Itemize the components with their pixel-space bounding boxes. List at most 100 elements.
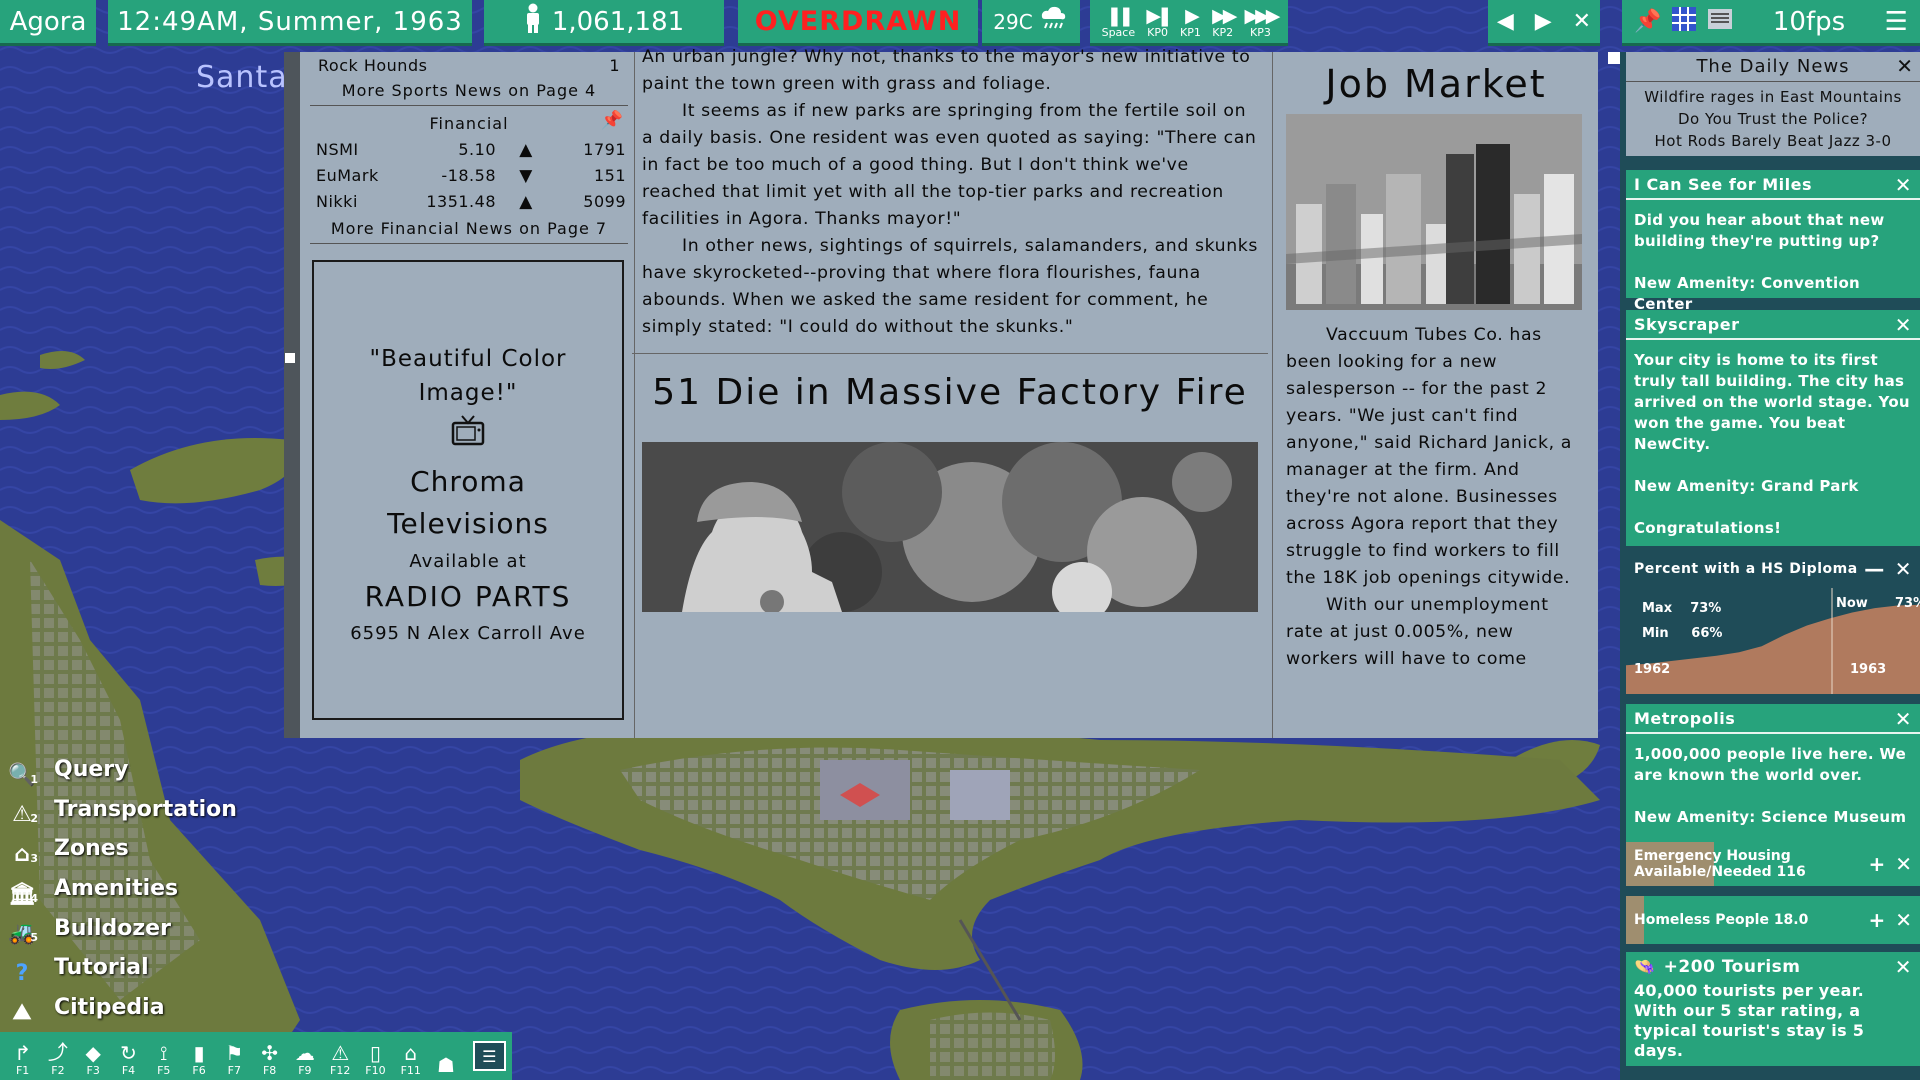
menu-citipedia[interactable]: ⛰ Citipedia bbox=[0, 988, 240, 1028]
tourism-card[interactable]: 👒 +200 Tourism ✕ 40,000 tourists per yea… bbox=[1626, 952, 1920, 1066]
interchange-icon: ↻ bbox=[120, 1041, 137, 1065]
speed-2-button[interactable]: ▶▶ KP2 bbox=[1212, 5, 1237, 38]
power-icon: ⟟ bbox=[160, 1041, 168, 1065]
minimize-icon[interactable]: — bbox=[1864, 559, 1885, 579]
data-view-icon[interactable] bbox=[1707, 6, 1733, 38]
congrats-text: Congratulations! bbox=[1634, 519, 1782, 537]
speed-0-key-hint: KP0 bbox=[1147, 26, 1169, 39]
daily-news-card[interactable]: The Daily News ✕ Wildfire rages in East … bbox=[1626, 52, 1920, 156]
close-icon[interactable]: ✕ bbox=[1895, 852, 1912, 876]
speed-1-button[interactable]: ▶ KP1 bbox=[1180, 5, 1201, 38]
next-page-icon[interactable]: ▶ bbox=[1535, 9, 1552, 34]
close-icon[interactable]: ✕ bbox=[1895, 709, 1912, 729]
metropolis-card[interactable]: Metropolis ✕ 1,000,000 people live here.… bbox=[1626, 704, 1920, 842]
menu-label: Bulldozer bbox=[54, 915, 171, 941]
menu-query[interactable]: 🔍 1 Query bbox=[0, 750, 240, 790]
story-paragraph: In other news, sightings of squirrels, s… bbox=[642, 236, 1258, 337]
close-icon[interactable]: ✕ bbox=[1895, 957, 1912, 977]
paper-scroll-handle[interactable] bbox=[1608, 52, 1620, 64]
hotkey-hint: F6 bbox=[192, 1064, 206, 1077]
traffic-tool-button[interactable]: ⚠ F12 bbox=[324, 1037, 357, 1077]
emergency-housing-card[interactable]: Emergency Housing Available/Needed 116 +… bbox=[1626, 842, 1920, 886]
interchange-tool-button[interactable]: ↻ F4 bbox=[112, 1037, 145, 1077]
menu-amenities[interactable]: 🏛 4 Amenities bbox=[0, 869, 240, 909]
speed-0-button[interactable]: ▶❚ KP0 bbox=[1146, 5, 1172, 39]
expressway-tool-button[interactable]: ⤴ F2 bbox=[41, 1037, 74, 1077]
card-title: I Can See for Miles ✕ bbox=[1626, 170, 1920, 200]
hotkey-hint: F2 bbox=[51, 1064, 65, 1077]
weather-display[interactable]: 29C bbox=[982, 0, 1080, 46]
road-tool-button[interactable]: ↱ F1 bbox=[6, 1037, 39, 1077]
stock-row: EuMark -18.58 ▼ 151 bbox=[310, 163, 628, 189]
menu-zones[interactable]: ⌂ 3 Zones bbox=[0, 829, 240, 869]
top-bar: Agora 12:49AM, Summer, 1963 1,061,181 OV… bbox=[0, 0, 1920, 46]
transit-tool-button[interactable]: ◆ F3 bbox=[77, 1037, 110, 1077]
hotkey-hint: F11 bbox=[400, 1064, 421, 1077]
more-financial-link[interactable]: More Financial News on Page 7 bbox=[310, 215, 628, 244]
daily-news-title-text: The Daily News bbox=[1696, 56, 1850, 77]
close-paper-icon[interactable]: ✕ bbox=[1573, 9, 1591, 34]
more-sports-link[interactable]: More Sports News on Page 4 bbox=[310, 77, 628, 106]
homeless-card[interactable]: Homeless People 18.0 + ✕ bbox=[1626, 896, 1920, 944]
pollution-tool-button[interactable]: ☁ F9 bbox=[288, 1037, 321, 1077]
trees-tool-button[interactable]: ✣ F8 bbox=[253, 1037, 286, 1077]
pause-key-hint: Space bbox=[1101, 26, 1136, 39]
stock-change: -18.58 bbox=[441, 166, 496, 185]
housing-tool-button[interactable]: ⌂ F11 bbox=[394, 1037, 427, 1077]
building-tool-button[interactable]: ▯ F10 bbox=[359, 1037, 392, 1077]
tv-advertisement: "Beautiful Color Image!" Chroma Televisi… bbox=[312, 260, 624, 720]
prev-page-icon[interactable]: ◀ bbox=[1497, 9, 1514, 34]
homeless-text: Homeless People 18.0 bbox=[1634, 912, 1809, 928]
transit-icon: ◆ bbox=[85, 1041, 101, 1065]
power-tool-button[interactable]: ⟟ F5 bbox=[147, 1037, 180, 1077]
story-divider bbox=[632, 353, 1268, 354]
speed-3-button[interactable]: ▶▶▶ KP3 bbox=[1245, 5, 1281, 38]
menu-transportation[interactable]: ⚠ 2 Transportation bbox=[0, 790, 240, 830]
main-menu-icon[interactable]: ☰ bbox=[1885, 7, 1908, 37]
card-body: Did you hear about that new building the… bbox=[1626, 200, 1920, 315]
close-icon[interactable]: ✕ bbox=[1895, 559, 1912, 579]
people-tool-button[interactable]: ⚑ F7 bbox=[218, 1037, 251, 1077]
tower-tool-button[interactable]: ▮ F6 bbox=[182, 1037, 215, 1077]
trend-up-icon: ▲ bbox=[519, 140, 533, 160]
card-title: Skyscraper ✕ bbox=[1626, 310, 1920, 340]
diploma-chart-card[interactable]: Percent with a HS Diploma — ✕ Max 73% Mi… bbox=[1626, 556, 1920, 694]
miles-card[interactable]: I Can See for Miles ✕ Did you hear about… bbox=[1626, 170, 1920, 313]
menu-hotkey: 3 bbox=[30, 851, 38, 865]
population-display[interactable]: 1,061,181 bbox=[484, 0, 724, 46]
map-city-label: Santa bbox=[196, 60, 288, 95]
close-icon[interactable]: ✕ bbox=[1895, 175, 1912, 195]
expand-icon[interactable]: + bbox=[1868, 908, 1885, 932]
menu-icon-glyph: ? bbox=[15, 960, 29, 986]
news-headline[interactable]: Hot Rods Barely Beat Jazz 3-0 bbox=[1626, 130, 1920, 152]
sports-team-score: 1 bbox=[609, 56, 620, 75]
pin-icon[interactable]: 📌 bbox=[601, 110, 624, 131]
housing-value: Available/Needed 116 bbox=[1634, 864, 1806, 880]
grid-overlay-icon[interactable] bbox=[1671, 6, 1697, 38]
close-icon[interactable]: ✕ bbox=[1895, 315, 1912, 335]
misc-tool-button[interactable]: ☗ bbox=[429, 1037, 462, 1077]
pause-button[interactable]: ❚❚ Space bbox=[1102, 5, 1136, 38]
menu-label: Transportation bbox=[54, 796, 237, 822]
city-name[interactable]: Agora bbox=[0, 0, 96, 46]
budget-status[interactable]: OVERDRAWN bbox=[738, 0, 978, 46]
close-icon[interactable]: ✕ bbox=[1895, 908, 1912, 932]
news-headline[interactable]: Do You Trust the Police? bbox=[1626, 108, 1920, 130]
menu-bulldozer[interactable]: 🚜 5 Bulldozer bbox=[0, 908, 240, 948]
card-text: Did you hear about that new building the… bbox=[1634, 211, 1885, 250]
newspaper-toggle-button[interactable]: ☰ bbox=[472, 1041, 507, 1071]
speed-1-key-hint: KP1 bbox=[1180, 26, 1201, 39]
menu-label: Zones bbox=[54, 836, 129, 862]
paper-resize-handle[interactable] bbox=[285, 353, 295, 363]
newspaper-main-column: An urban jungle? Why not, thanks to the … bbox=[632, 47, 1268, 612]
stock-name: Nikki bbox=[316, 192, 358, 211]
card-body: 1,000,000 people live here. We are known… bbox=[1626, 734, 1920, 828]
news-headline[interactable]: Wildfire rages in East Mountains bbox=[1626, 86, 1920, 108]
close-icon[interactable]: ✕ bbox=[1896, 54, 1914, 78]
skyscraper-card[interactable]: Skyscraper ✕ Your city is home to its fi… bbox=[1626, 310, 1920, 546]
expand-icon[interactable]: + bbox=[1868, 852, 1885, 876]
menu-hotkey: 1 bbox=[30, 772, 38, 786]
card-text: Your city is home to its first truly tal… bbox=[1634, 351, 1910, 453]
pin-icon[interactable]: 📌 bbox=[1634, 9, 1661, 34]
menu-tutorial[interactable]: ? Tutorial bbox=[0, 948, 240, 988]
